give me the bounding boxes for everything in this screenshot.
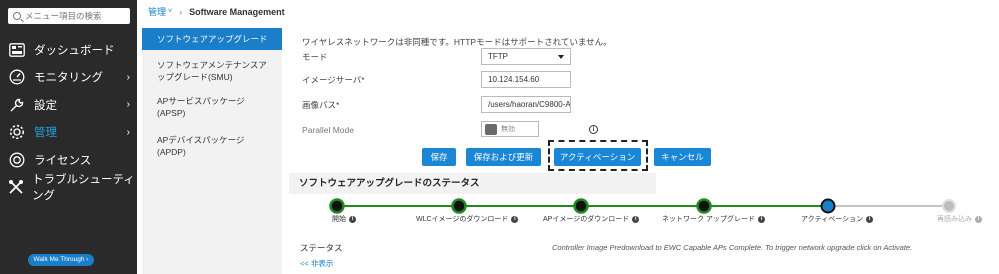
step-label-wlc-download: WLCイメージのダウンロード i <box>416 214 519 224</box>
step-label-text: WLCイメージのダウンロード <box>416 216 509 223</box>
step-label-text: APイメージのダウンロード <box>543 216 630 223</box>
step-dot-start <box>329 198 345 214</box>
status-label: ステータス <box>300 243 343 253</box>
step-label-text: ネットワーク アップグレード <box>662 216 755 223</box>
info-icon[interactable]: i <box>632 215 640 223</box>
step-label-text: アクティベーション <box>801 216 864 223</box>
step-label-ap-download: APイメージのダウンロード i <box>543 214 640 224</box>
info-icon[interactable]: i <box>866 215 874 223</box>
hide-details-link[interactable]: << 非表示 <box>300 258 333 269</box>
step-label-text: 開始 <box>332 216 346 223</box>
info-icon[interactable]: i <box>975 215 982 223</box>
step-label-start: 開始 i <box>332 214 356 224</box>
info-icon[interactable]: i <box>511 215 519 223</box>
step-label-network-upgrade: ネットワーク アップグレード i <box>662 214 765 224</box>
info-icon[interactable]: i <box>349 215 356 223</box>
status-message: Controller Image Predownload to EWC Capa… <box>552 243 913 252</box>
step-dot-reload <box>942 199 956 213</box>
info-icon[interactable]: i <box>757 215 765 223</box>
step-label-activate: アクティベーション i <box>801 214 874 224</box>
step-dot-ap-download <box>573 198 589 214</box>
step-dot-network-upgrade <box>696 198 712 214</box>
step-dot-activate <box>820 198 836 214</box>
step-label-text: 再読み込み <box>937 216 972 223</box>
step-dot-wlc-download <box>451 198 467 214</box>
app-root: ダッシュボード モニタリング › 設定 › 管理 <box>0 0 999 274</box>
step-label-reload: 再読み込み i <box>937 214 982 224</box>
upgrade-progress-track <box>329 198 956 214</box>
